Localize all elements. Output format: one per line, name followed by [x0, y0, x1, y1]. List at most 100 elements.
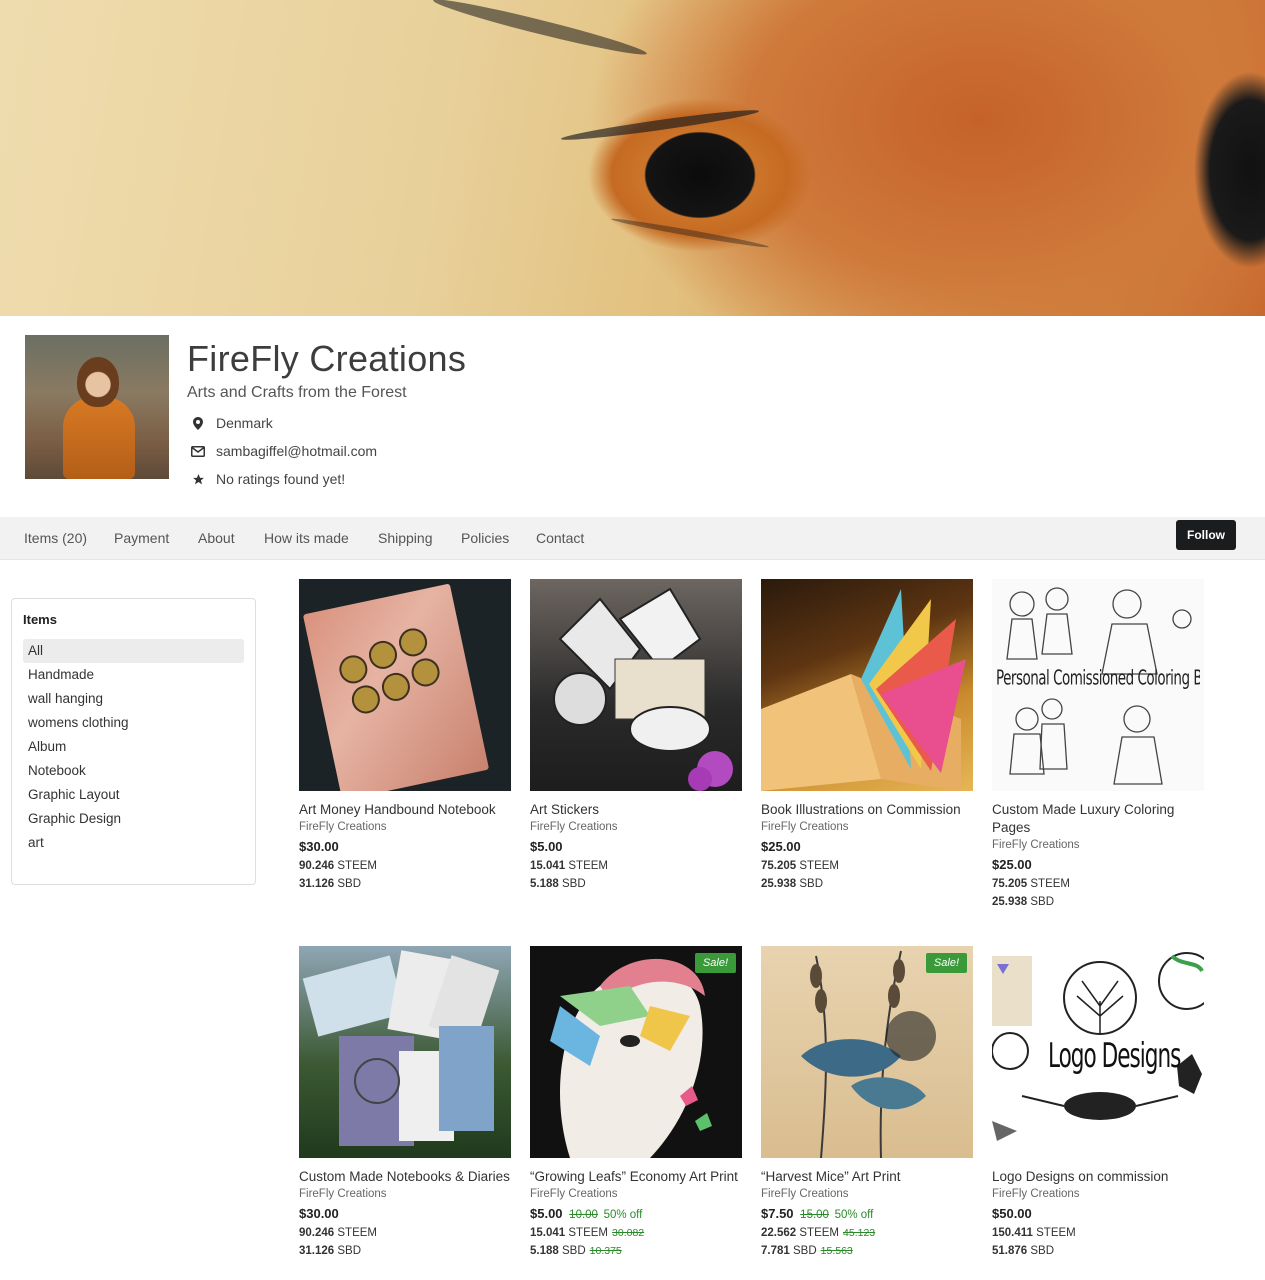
product-seller[interactable]: FireFly Creations	[530, 821, 742, 833]
tab-about[interactable]: About	[198, 530, 235, 546]
sale-badge: Sale!	[925, 953, 967, 973]
discount-label: 50% off	[603, 1209, 643, 1221]
category-item-graphic-design[interactable]: Graphic Design	[23, 807, 244, 831]
category-item-art[interactable]: art	[23, 831, 244, 855]
product-seller[interactable]: FireFly Creations	[992, 1188, 1204, 1200]
product-thumbnail[interactable]	[299, 946, 511, 1158]
product-thumbnail[interactable]: Sale!	[530, 946, 742, 1158]
product-card[interactable]: Sale! “Harvest Mice” Art Print FireFly C…	[761, 946, 973, 1257]
category-item-graphic-layout[interactable]: Graphic Layout	[23, 783, 244, 807]
product-card[interactable]: Art Stickers FireFly Creations $5.00 15.…	[530, 579, 742, 890]
old-price: 10.00	[569, 1209, 598, 1221]
product-thumbnail[interactable]	[299, 579, 511, 791]
old-price: 15.00	[800, 1209, 829, 1221]
envelope-icon	[190, 443, 206, 459]
product-sbd-price: 7.781 SBD 15.563	[761, 1245, 853, 1257]
location-text: Denmark	[216, 415, 273, 431]
product-seller[interactable]: FireFly Creations	[530, 1188, 742, 1200]
category-item-album[interactable]: Album	[23, 735, 244, 759]
product-title[interactable]: “Harvest Mice” Art Print	[761, 1168, 973, 1186]
product-sbd-price: 25.938 SBD	[761, 878, 824, 890]
shop-location: Denmark	[190, 415, 273, 431]
category-item-handmade[interactable]: Handmade	[23, 663, 244, 687]
tab-policies[interactable]: Policies	[461, 530, 509, 546]
product-thumbnail[interactable]: Logo Designs	[992, 946, 1204, 1158]
old-steem-price: 30.082	[612, 1227, 645, 1239]
product-card[interactable]: Book Illustrations on Commission FireFly…	[761, 579, 973, 890]
product-thumbnail[interactable]: Personal Comissioned Coloring Books	[992, 579, 1204, 791]
product-seller[interactable]: FireFly Creations	[299, 821, 511, 833]
product-thumbnail[interactable]	[530, 579, 742, 791]
product-price: $5.00 10.00 50% off	[530, 1206, 643, 1221]
tab-items[interactable]: Items (20)	[24, 530, 87, 546]
product-title[interactable]: Custom Made Luxury Coloring Pages	[992, 801, 1204, 837]
product-seller[interactable]: FireFly Creations	[299, 1188, 511, 1200]
product-seller[interactable]: FireFly Creations	[761, 1188, 973, 1200]
sale-badge: Sale!	[694, 953, 736, 973]
shop-banner-image	[0, 0, 1265, 316]
email-link[interactable]: sambagiffel@hotmail.com	[216, 443, 377, 459]
product-sbd-price: 31.126 SBD	[299, 878, 362, 890]
product-title[interactable]: Art Money Handbound Notebook	[299, 801, 511, 819]
product-title[interactable]: Art Stickers	[530, 801, 742, 819]
shop-rating: No ratings found yet!	[190, 471, 345, 487]
product-card[interactable]: Sale! “Growing Leafs” Economy Art Print …	[530, 946, 742, 1257]
shop-email: sambagiffel@hotmail.com	[190, 443, 377, 459]
product-seller[interactable]: FireFly Creations	[992, 839, 1204, 851]
product-steem-price: 22.562 STEEM 45.123	[761, 1227, 876, 1239]
shop-avatar	[25, 335, 169, 479]
old-steem-price: 45.123	[843, 1227, 876, 1239]
product-steem-price: 75.205 STEEM	[761, 860, 840, 872]
shop-title: FireFly Creations	[187, 338, 467, 379]
product-card[interactable]: Logo Designs Logo Designs on commission …	[992, 946, 1204, 1257]
product-sbd-price: 51.876 SBD	[992, 1245, 1055, 1257]
category-list: All Handmade wall hanging womens clothin…	[23, 639, 244, 855]
tab-contact[interactable]: Contact	[536, 530, 584, 546]
rating-text: No ratings found yet!	[216, 471, 346, 487]
product-seller[interactable]: FireFly Creations	[761, 821, 973, 833]
shop-nav-bar: Items (20) Payment About How its made Sh…	[0, 517, 1265, 560]
thumbnail-caption: Personal Comissioned Coloring Books	[996, 665, 1200, 691]
product-sbd-price: 25.938 SBD	[992, 896, 1055, 908]
product-title[interactable]: “Growing Leafs” Economy Art Print	[530, 1168, 742, 1186]
product-card[interactable]: Personal Comissioned Coloring Books Cust…	[992, 579, 1204, 908]
product-steem-price: 150.411 STEEM	[992, 1227, 1076, 1239]
category-item-all[interactable]: All	[23, 639, 244, 663]
product-title[interactable]: Custom Made Notebooks & Diaries	[299, 1168, 511, 1186]
old-sbd-price: 15.563	[820, 1245, 853, 1257]
product-price: $5.00	[530, 839, 563, 854]
product-steem-price: 90.246 STEEM	[299, 860, 378, 872]
product-price: $7.50 15.00 50% off	[761, 1206, 874, 1221]
discount-label: 50% off	[834, 1209, 874, 1221]
thumbnail-caption: Logo Designs	[1048, 1036, 1181, 1076]
product-steem-price: 15.041 STEEM 30.082	[530, 1227, 645, 1239]
old-sbd-price: 10.375	[589, 1245, 622, 1257]
product-sbd-price: 31.126 SBD	[299, 1245, 362, 1257]
tab-payment[interactable]: Payment	[114, 530, 169, 546]
star-icon	[190, 471, 206, 487]
sidebar-heading: Items	[23, 612, 57, 627]
product-title[interactable]: Logo Designs on commission	[992, 1168, 1204, 1186]
product-price: $25.00	[992, 857, 1032, 872]
product-sbd-price: 5.188 SBD 10.375	[530, 1245, 622, 1257]
category-item-womens-clothing[interactable]: womens clothing	[23, 711, 244, 735]
product-steem-price: 15.041 STEEM	[530, 860, 609, 872]
product-card[interactable]: Custom Made Notebooks & Diaries FireFly …	[299, 946, 511, 1257]
category-item-wall-hanging[interactable]: wall hanging	[23, 687, 244, 711]
tab-shipping[interactable]: Shipping	[378, 530, 433, 546]
category-item-notebook[interactable]: Notebook	[23, 759, 244, 783]
product-thumbnail[interactable]	[761, 579, 973, 791]
product-price: $30.00	[299, 839, 339, 854]
follow-button[interactable]: Follow	[1176, 520, 1236, 550]
product-sbd-price: 5.188 SBD	[530, 878, 586, 890]
product-card[interactable]: Art Money Handbound Notebook FireFly Cre…	[299, 579, 511, 890]
product-steem-price: 90.246 STEEM	[299, 1227, 378, 1239]
map-pin-icon	[190, 415, 206, 431]
product-thumbnail[interactable]: Sale!	[761, 946, 973, 1158]
product-title[interactable]: Book Illustrations on Commission	[761, 801, 973, 819]
product-price: $30.00	[299, 1206, 339, 1221]
tab-how-its-made[interactable]: How its made	[264, 530, 349, 546]
shop-tagline: Arts and Crafts from the Forest	[187, 384, 407, 401]
product-price: $25.00	[761, 839, 801, 854]
product-steem-price: 75.205 STEEM	[992, 878, 1071, 890]
